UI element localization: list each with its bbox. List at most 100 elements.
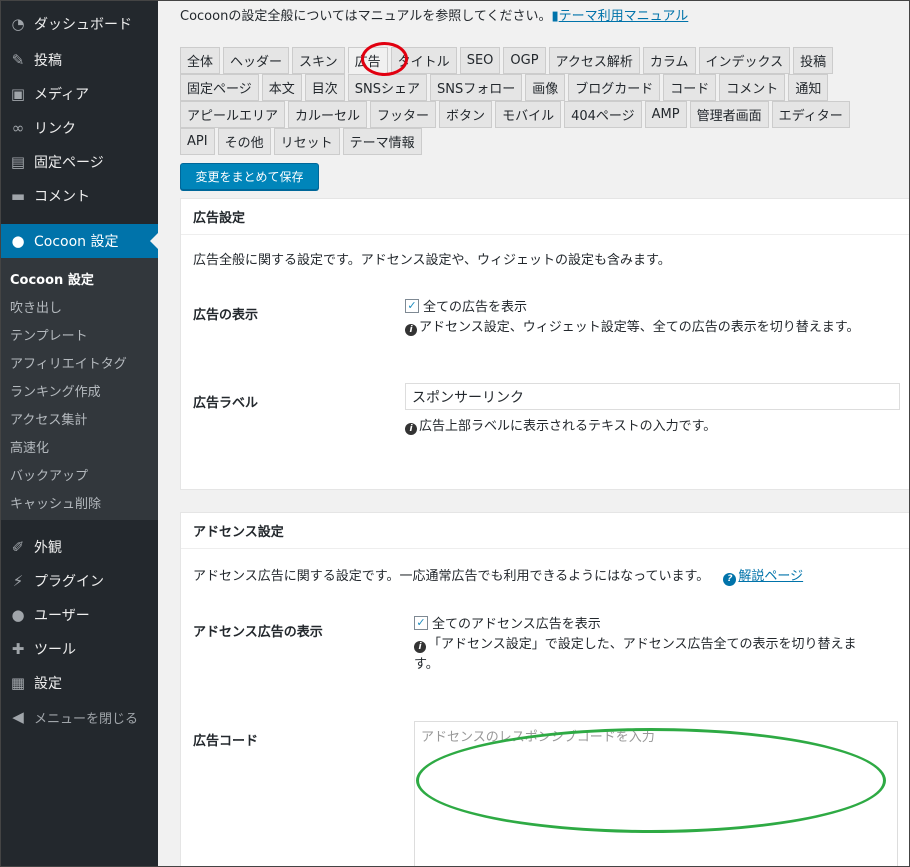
sidebar-item-label: リンク [34,121,76,137]
sidebar-item-label: ツール [34,642,76,658]
tab-skin[interactable]: スキン [292,47,345,74]
submenu-item-cocoon-settings[interactable]: Cocoon 設定 [1,264,158,292]
ad-code-textarea[interactable]: アドセンスのレスポンシブコードを入力 [414,721,898,866]
tab-reset[interactable]: リセット [273,128,340,155]
sidebar-item-comments[interactable]: ▬ コメント [1,179,158,213]
help-page-link[interactable]: 解説ページ [738,569,803,584]
ad-label-input[interactable]: スポンサーリンク [405,383,900,410]
tab-theme-info[interactable]: テーマ情報 [342,128,422,155]
sidebar-item-users[interactable]: ● ユーザー [1,598,158,632]
tab-title[interactable]: タイトル [390,47,457,74]
sidebar-item-label: 設定 [34,676,62,692]
submenu-item-speed[interactable]: 高速化 [1,432,158,460]
ad-settings-title: 広告設定 [181,199,909,235]
tab-editor[interactable]: エディター [771,101,850,128]
media-icon: ▣ [10,85,26,103]
wrench-icon: ✚ [11,640,25,658]
tab-button[interactable]: ボタン [439,101,493,128]
submenu-item-affiliate[interactable]: アフィリエイトタグ [1,348,158,376]
ad-display-checkbox[interactable]: ✓ [405,298,419,313]
adsense-display-checkbox-row[interactable]: ✓ 全てのアドセンス広告を表示 [414,613,601,632]
sidebar-item-media[interactable]: ▣ メディア [1,77,158,111]
sidebar-item-label: プラグイン [34,574,104,590]
tab-analytics[interactable]: アクセス解析 [548,47,640,74]
tab-blogcard[interactable]: ブログカード [568,74,661,101]
adsense-display-hint: i 「アドセンス設定」で設定した、アドセンス広告全ての表示を切り替えま す。 [414,635,904,675]
book-icon: ▮ [551,9,559,24]
tab-ogp[interactable]: OGP [503,47,546,74]
dashboard-icon: ◔ [11,15,25,33]
question-icon: ? [723,573,737,586]
sidebar-item-cocoon[interactable]: ● Cocoon 設定 [1,224,158,258]
tab-image[interactable]: 画像 [525,74,566,101]
sidebar-item-tools[interactable]: ✚ ツール [1,632,158,666]
info-icon: i [414,641,426,653]
submenu-item-ranking[interactable]: ランキング作成 [1,376,158,404]
info-icon: i [405,423,417,435]
tab-notice[interactable]: 通知 [788,74,829,101]
sidebar-item-label: メディア [34,87,90,103]
tab-post[interactable]: 投稿 [793,47,834,74]
submenu-item-balloon[interactable]: 吹き出し [1,292,158,320]
tab-header[interactable]: ヘッダー [223,47,290,74]
tab-index[interactable]: インデックス [698,47,791,74]
manual-link[interactable]: テーマ利用マニュアル [559,9,689,24]
collapse-menu-label: メニューを閉じる [34,711,139,727]
tab-toc[interactable]: 目次 [304,74,345,101]
link-icon: ∞ [11,119,25,137]
submenu-item-cache[interactable]: キャッシュ削除 [1,488,158,516]
tab-mobile[interactable]: モバイル [495,101,562,128]
settings-icon: ▦ [10,674,26,692]
tab-sns-share[interactable]: SNSシェア [347,74,428,101]
sidebar-item-label: Cocoon 設定 [34,234,119,250]
sidebar-item-label: ユーザー [34,608,90,624]
adsense-display-checkbox[interactable]: ✓ [414,615,428,630]
sidebar-item-label: 固定ページ [34,155,104,171]
tab-admin[interactable]: 管理者画面 [689,101,769,128]
tab-amp[interactable]: AMP [644,101,687,128]
manual-notice: Cocoonの設定全般についてはマニュアルを参照してください。▮テーマ利用マニュ… [180,5,688,24]
tab-ads[interactable]: 広告 [347,47,388,74]
sidebar-item-links[interactable]: ∞ リンク [1,111,158,145]
tab-column[interactable]: カラム [642,47,696,74]
tab-seo[interactable]: SEO [459,47,501,74]
tab-code[interactable]: コード [663,74,717,101]
adsense-display-checkbox-label: 全てのアドセンス広告を表示 [432,617,601,632]
wp-admin-screen: ◔ ダッシュボード ✎ 投稿 ▣ メディア ∞ リンク ▤ 固定ページ ▬ コメ… [0,0,910,867]
pin-icon: ✎ [11,51,25,69]
tab-footer[interactable]: フッター [370,101,437,128]
tab-sns-follow[interactable]: SNSフォロー [430,74,523,101]
sidebar-item-pages[interactable]: ▤ 固定ページ [1,145,158,179]
tab-404[interactable]: 404ページ [564,101,642,128]
ad-label-label: 広告ラベル [193,396,259,411]
sidebar-item-label: 投稿 [34,53,62,69]
sidebar-item-posts[interactable]: ✎ 投稿 [1,43,158,77]
ad-display-checkbox-row[interactable]: ✓ 全ての広告を表示 [405,296,527,315]
info-icon: i [405,324,417,336]
sidebar-item-settings[interactable]: ▦ 設定 [1,666,158,700]
plugin-icon: ⚡ [12,572,24,590]
sidebar-item-dashboard[interactable]: ◔ ダッシュボード [1,7,158,41]
tab-api[interactable]: API [180,128,215,155]
tab-body[interactable]: 本文 [261,74,302,101]
tab-general[interactable]: 全体 [180,47,221,74]
submenu-item-backup[interactable]: バックアップ [1,460,158,488]
tab-appeal[interactable]: アピールエリア [180,101,286,128]
save-all-button[interactable]: 変更をまとめて保存 [180,163,319,190]
tab-row-2: 固定ページ 本文 目次 SNSシェア SNSフォロー 画像 ブログカード コード… [180,74,900,101]
tab-other[interactable]: その他 [217,128,271,155]
tab-page[interactable]: 固定ページ [180,74,259,101]
settings-tabs: 全体 ヘッダー スキン 広告 タイトル SEO OGP アクセス解析 カラム イ… [180,47,900,155]
sidebar-item-label: 外観 [34,540,62,556]
submenu-item-template[interactable]: テンプレート [1,320,158,348]
tab-comment[interactable]: コメント [719,74,786,101]
tab-carousel[interactable]: カルーセル [288,101,368,128]
ad-display-hint: i アドセンス設定、ウィジェット設定等、全ての広告の表示を切り替えます。 [405,318,859,338]
comment-icon: ▬ [10,187,26,205]
submenu-item-access[interactable]: アクセス集計 [1,404,158,432]
tab-row-3: アピールエリア カルーセル フッター ボタン モバイル 404ページ AMP 管… [180,101,900,128]
sidebar-item-plugins[interactable]: ⚡ プラグイン [1,564,158,598]
collapse-menu-button[interactable]: ◀ メニューを閉じる [1,700,158,734]
sidebar-item-appearance[interactable]: ✐ 外観 [1,530,158,564]
ad-display-label: 広告の表示 [193,308,259,323]
